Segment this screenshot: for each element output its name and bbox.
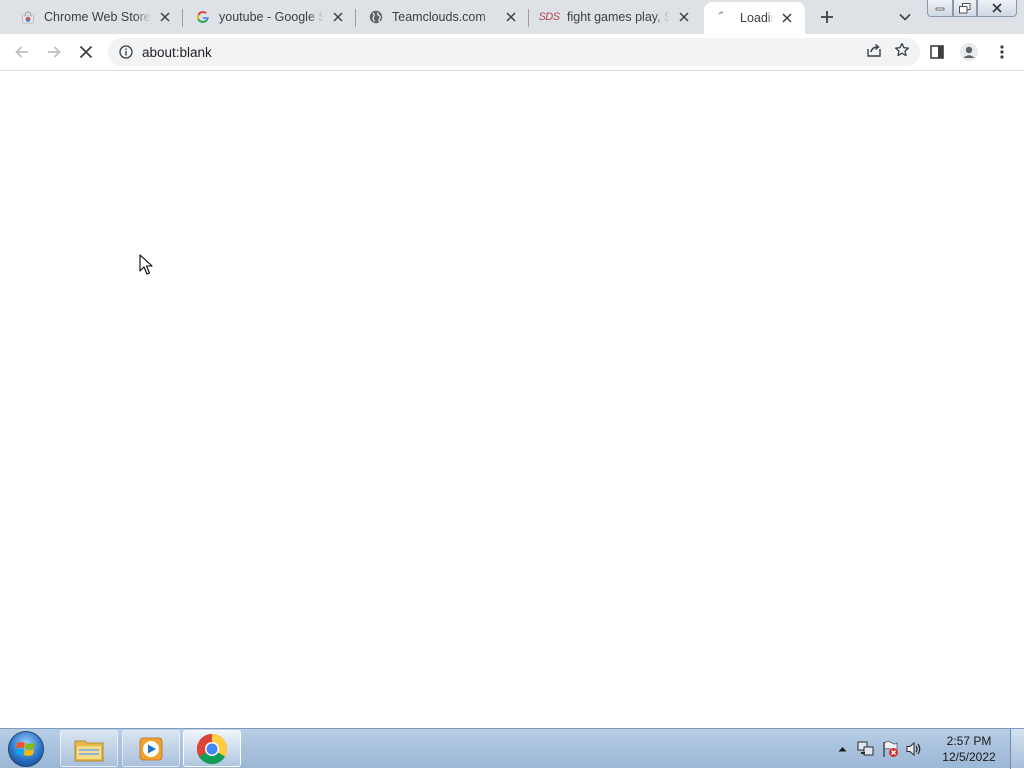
windows-logo-icon [8, 731, 44, 767]
start-button[interactable] [6, 730, 46, 768]
back-arrow-icon [15, 46, 28, 58]
chrome-menu-button[interactable] [988, 38, 1016, 66]
forward-arrow-icon [48, 46, 61, 58]
taskbar-clock[interactable]: 2:57 PM 12/5/2022 [932, 733, 1006, 765]
minimize-button[interactable] [927, 0, 953, 17]
browser-toolbar: about:blank [0, 34, 1024, 71]
chrome-web-store-icon [20, 9, 36, 25]
side-panel-button[interactable] [923, 38, 951, 66]
minimize-icon [935, 7, 945, 11]
chrome-window: Chrome Web Store youtube - Google Search… [0, 0, 1024, 728]
back-button[interactable] [8, 38, 36, 66]
forward-button[interactable] [40, 38, 68, 66]
taskbar-explorer[interactable] [60, 730, 118, 767]
tab-chrome-web-store[interactable]: Chrome Web Store [0, 0, 183, 34]
sds-icon: SDS [538, 9, 560, 25]
media-player-icon [139, 737, 163, 760]
network-icon[interactable] [856, 739, 876, 759]
stop-loading-button[interactable] [72, 38, 100, 66]
tab-search-button[interactable] [893, 5, 917, 29]
tab-youtube-google-search[interactable]: youtube - Google Search [183, 0, 356, 34]
new-tab-button[interactable] [814, 5, 840, 29]
stop-x-icon [79, 45, 93, 59]
chrome-icon [196, 733, 228, 764]
close-icon[interactable] [676, 9, 692, 25]
close-icon[interactable] [503, 9, 519, 25]
tab-title: Chrome Web Store [44, 10, 151, 24]
chevron-down-icon [899, 13, 911, 21]
profile-button[interactable] [955, 38, 983, 66]
loading-icon [716, 10, 732, 26]
show-hidden-icons-chevron-icon[interactable] [832, 739, 852, 759]
tab-teamclouds[interactable]: Teamclouds.com [356, 0, 529, 34]
share-icon[interactable] [866, 42, 882, 63]
tab-loading[interactable]: Loading [704, 2, 805, 34]
bookmark-star-icon[interactable] [894, 42, 910, 63]
tab-title: Teamclouds.com [392, 10, 486, 24]
close-icon[interactable] [330, 9, 346, 25]
tab-title: Loading [740, 11, 773, 25]
close-window-button[interactable] [977, 0, 1017, 17]
omnibox-actions [866, 38, 910, 66]
sds-favicon-text: SDS [538, 11, 560, 23]
page-content[interactable] [0, 72, 1024, 728]
address-url: about:blank [142, 44, 212, 60]
plus-icon [821, 11, 833, 23]
mouse-cursor-icon [139, 254, 153, 275]
volume-speaker-icon[interactable] [904, 739, 924, 759]
clock-date: 12/5/2022 [942, 750, 996, 764]
windows-taskbar: 2:57 PM 12/5/2022 [0, 728, 1024, 769]
restore-button[interactable] [953, 0, 977, 17]
tab-strip: Chrome Web Store youtube - Google Search… [0, 0, 1024, 34]
globe-icon [368, 9, 384, 25]
side-panel-icon [930, 45, 944, 59]
tab-title: fight games play, Su [567, 10, 670, 24]
tab-title: youtube - Google Search [219, 10, 324, 24]
taskbar-chrome[interactable] [183, 730, 241, 767]
clock-time: 2:57 PM [946, 734, 992, 748]
profile-avatar-icon [960, 43, 978, 61]
restore-icon [959, 2, 971, 13]
action-center-flag-icon[interactable] [880, 739, 900, 759]
folder-icon [74, 740, 104, 761]
google-g-icon [195, 9, 211, 25]
close-icon[interactable] [779, 10, 795, 26]
show-desktop-button[interactable] [1010, 729, 1024, 769]
taskbar-media-player[interactable] [122, 730, 180, 767]
more-vertical-icon [1000, 45, 1004, 59]
address-bar[interactable]: about:blank [108, 38, 920, 66]
close-icon[interactable] [157, 9, 173, 25]
site-info-icon[interactable] [118, 44, 134, 60]
tab-fight-games[interactable]: SDS fight games play, Su [529, 0, 702, 34]
window-controls [927, 0, 1017, 18]
system-tray: 2:57 PM 12/5/2022 [830, 729, 1024, 769]
close-window-icon [992, 3, 1002, 13]
